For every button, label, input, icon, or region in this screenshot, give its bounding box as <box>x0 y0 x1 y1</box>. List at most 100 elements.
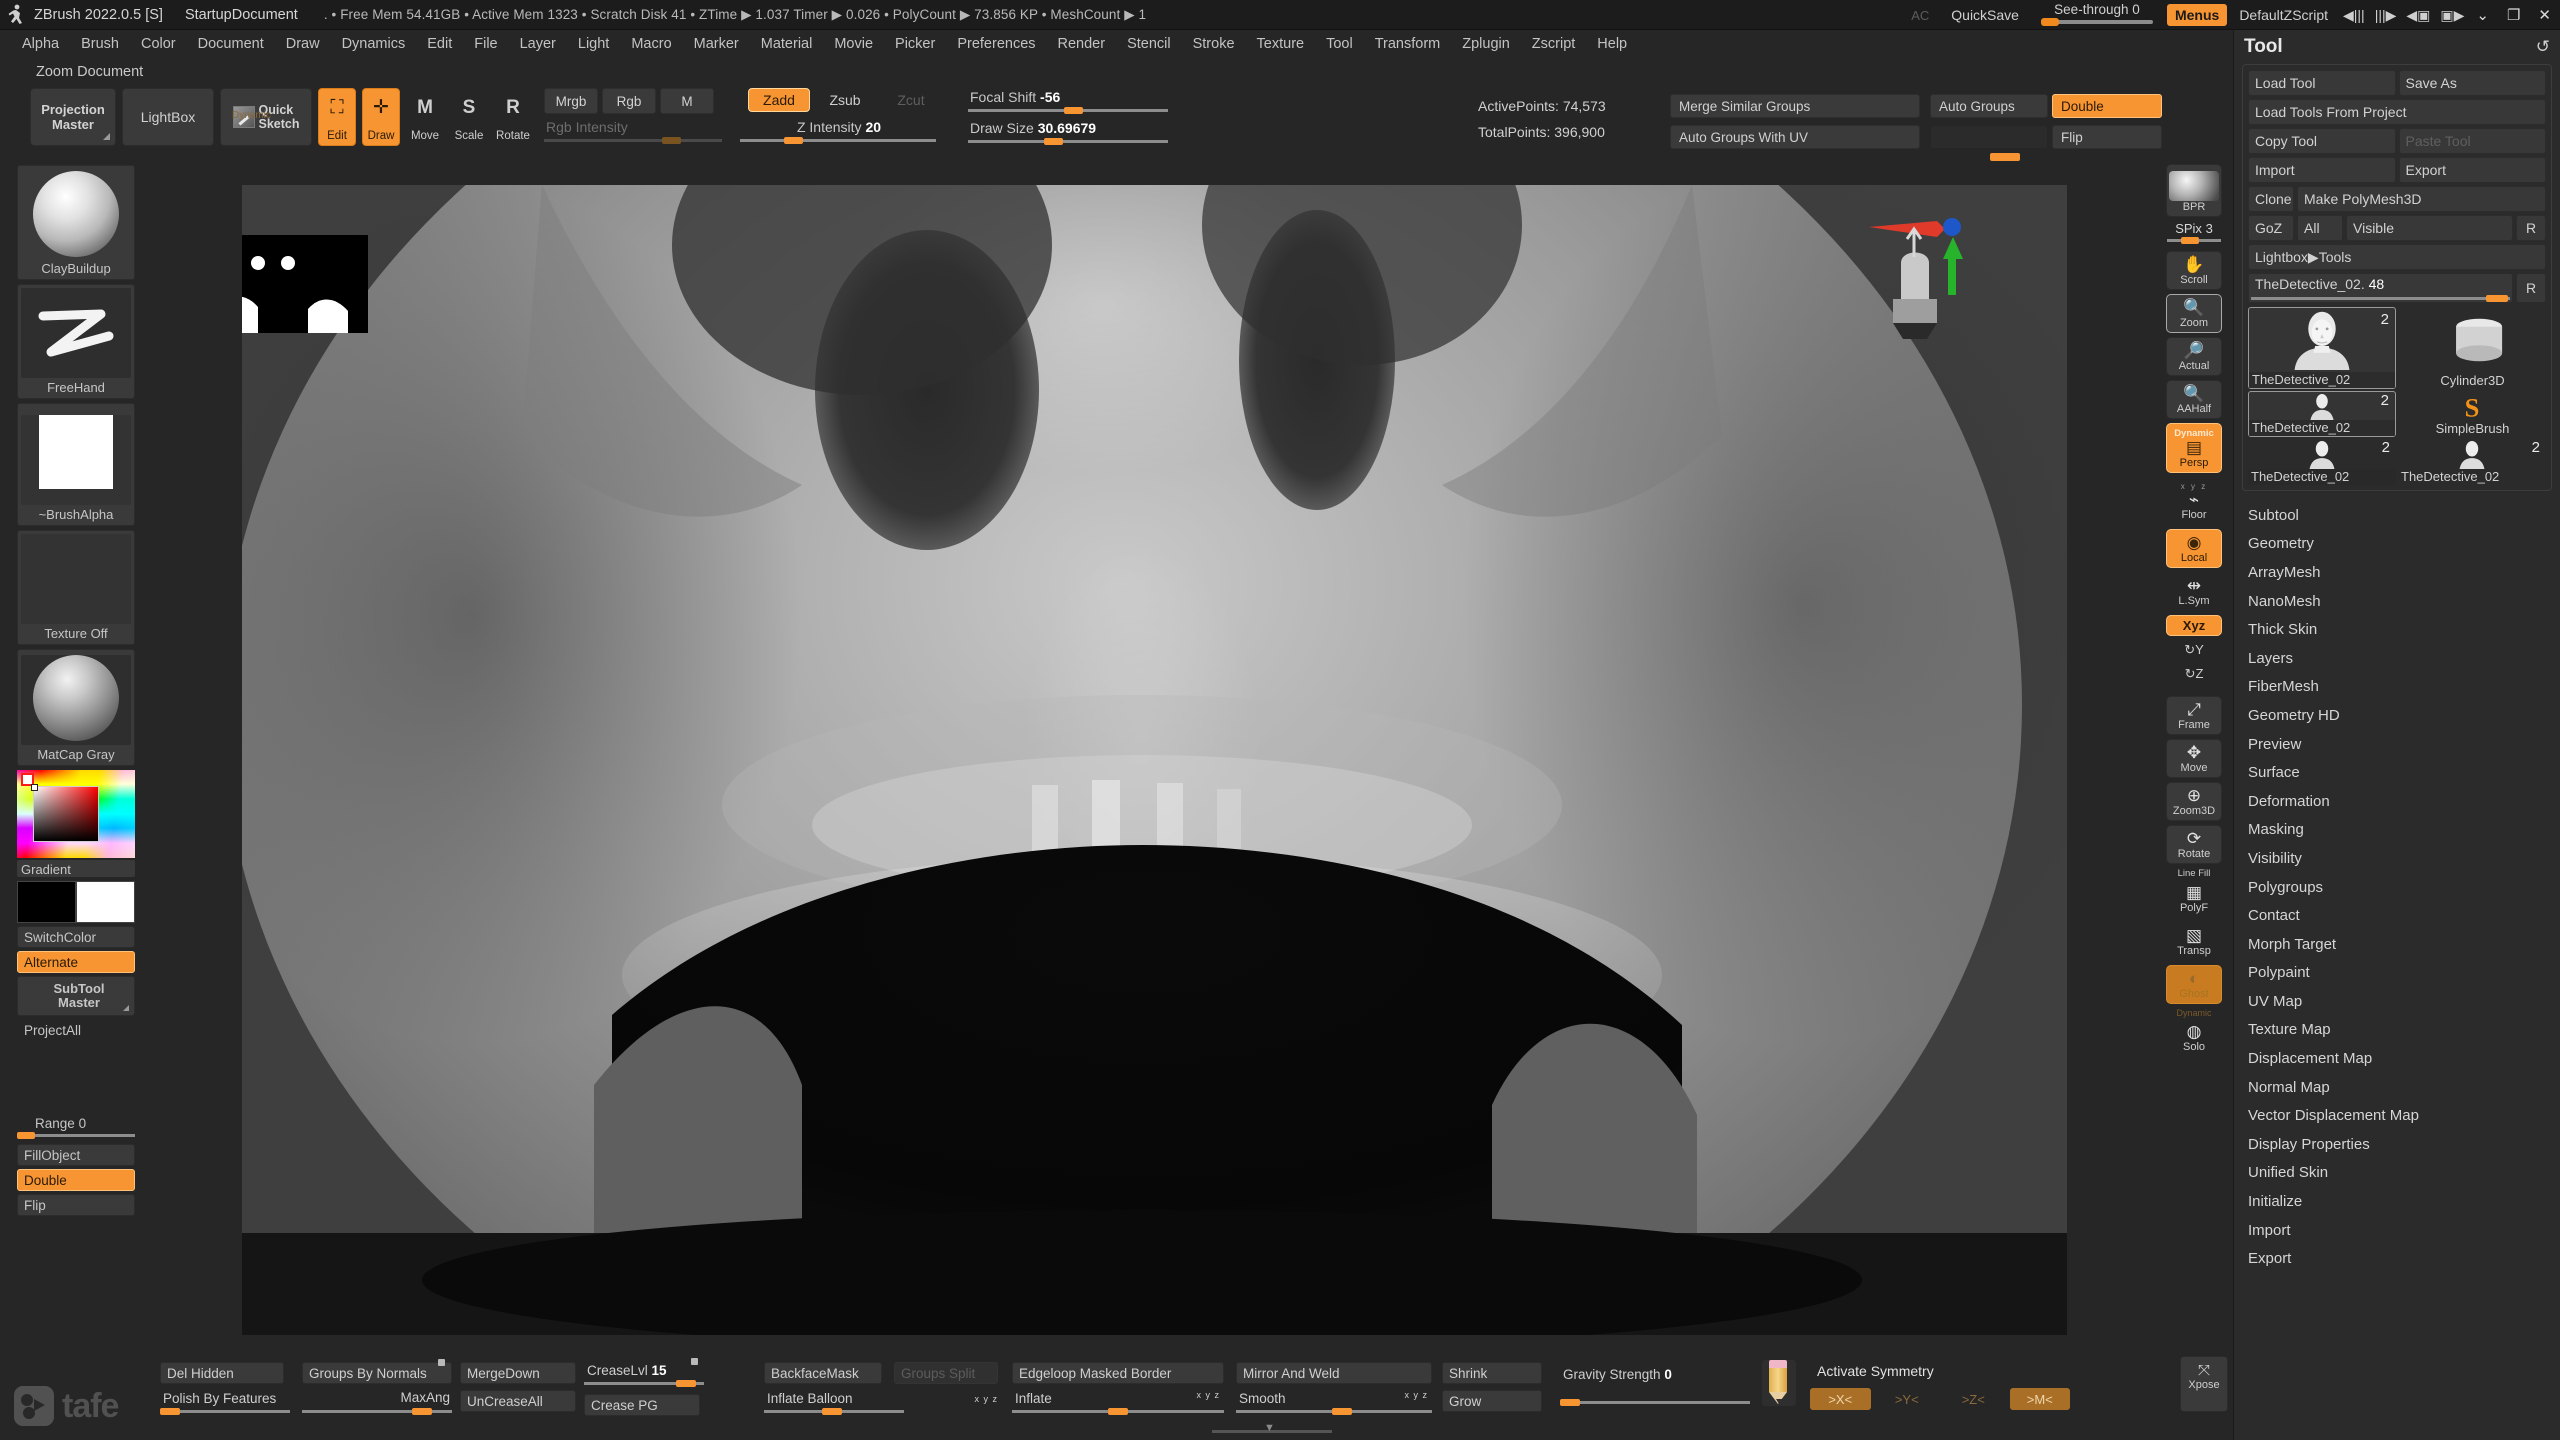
tool-section-arraymesh[interactable]: ArrayMesh <box>2248 558 2560 587</box>
visible-button[interactable]: Visible <box>2346 215 2513 241</box>
load-tools-from-project-button[interactable]: Load Tools From Project <box>2248 99 2546 125</box>
tool-section-subtool[interactable]: Subtool <box>2248 501 2560 530</box>
tool-section-displacement-map[interactable]: Displacement Map <box>2248 1044 2560 1073</box>
zscript-label[interactable]: DefaultZScript <box>2233 7 2334 23</box>
copy-tool-button[interactable]: Copy Tool <box>2248 128 2396 154</box>
restore-icon[interactable]: ❐ <box>2498 6 2529 24</box>
focal-shift-knob[interactable] <box>1064 107 1083 114</box>
current-tool-knob[interactable] <box>2486 295 2508 302</box>
auto-groups-button[interactable]: Auto Groups <box>1930 94 2048 118</box>
bpr-render-button[interactable]: BPR <box>2166 164 2222 217</box>
focal-shift-slider[interactable]: Focal Shift -56 <box>968 88 1168 114</box>
symmetry-z-button[interactable]: >Z< <box>1943 1388 2004 1410</box>
solo-button[interactable]: ◍ Solo <box>2166 1018 2222 1057</box>
shelf-right-icon[interactable]: |||▶ <box>2372 7 2400 24</box>
orientation-gizmo[interactable] <box>1867 215 1997 355</box>
polish-knob[interactable] <box>160 1408 180 1415</box>
double-button[interactable]: Double <box>2052 94 2162 118</box>
crease-pg-button[interactable]: Crease PG <box>584 1394 700 1416</box>
symmetry-y-button[interactable]: >Y< <box>1877 1388 1938 1410</box>
floor-button[interactable]: x y z ⌁ Floor <box>2166 477 2222 525</box>
rgb-intensity-knob[interactable] <box>662 137 681 144</box>
tool-section-visibility[interactable]: Visibility <box>2248 844 2560 873</box>
menu-document[interactable]: Document <box>188 33 274 55</box>
zoom3d-button[interactable]: ⊕ Zoom3D <box>2166 782 2222 821</box>
import-button[interactable]: Import <box>2248 157 2396 183</box>
projection-master-button[interactable]: Projection Master <box>30 88 116 146</box>
tool-section-masking[interactable]: Masking <box>2248 816 2560 845</box>
spix-knob[interactable] <box>2181 237 2199 244</box>
grow-button[interactable]: Grow <box>1442 1390 1542 1412</box>
mirror-and-weld-button[interactable]: Mirror And Weld <box>1236 1362 1432 1384</box>
see-through-knob[interactable] <box>2040 18 2059 26</box>
polyframe-button[interactable]: ▦ PolyF <box>2166 879 2222 918</box>
crease-knob[interactable] <box>676 1380 696 1387</box>
move-nav-button[interactable]: ✥ Move <box>2166 739 2222 778</box>
tool-section-unified-skin[interactable]: Unified Skin <box>2248 1159 2560 1188</box>
load-tool-button[interactable]: Load Tool <box>2248 70 2396 96</box>
double-button-left[interactable]: Double <box>17 1169 135 1191</box>
draw-size-knob[interactable] <box>1044 138 1063 145</box>
menu-zscript[interactable]: Zscript <box>1522 33 1586 55</box>
z-rotate-button[interactable]: ↻Z <box>2166 664 2222 684</box>
symmetry-x-button[interactable]: >X< <box>1810 1388 1871 1410</box>
menu-file[interactable]: File <box>464 33 507 55</box>
tool-thumb-cylinder3d[interactable]: Cylinder3D <box>2398 307 2546 389</box>
document-thumbnail[interactable] <box>242 235 368 333</box>
range-slider[interactable]: Range 0 <box>17 1115 135 1141</box>
minimize-icon[interactable]: ⌄ <box>2467 6 2498 24</box>
tool-section-geometry[interactable]: Geometry <box>2248 530 2560 559</box>
inflate-slider[interactable]: Inflate x y z <box>1012 1390 1224 1416</box>
clone-button[interactable]: Clone <box>2248 186 2294 212</box>
shrink-button[interactable]: Shrink <box>1442 1362 1542 1384</box>
range-knob[interactable] <box>17 1132 35 1139</box>
menu-alpha[interactable]: Alpha <box>12 33 69 55</box>
max-angle-slider[interactable]: MaxAng <box>302 1390 452 1416</box>
zadd-button[interactable]: Zadd <box>748 88 810 112</box>
menu-edit[interactable]: Edit <box>417 33 462 55</box>
tool-section-layers[interactable]: Layers <box>2248 644 2560 673</box>
tool-section-polypaint[interactable]: Polypaint <box>2248 959 2560 988</box>
groups-split-button[interactable]: Groups Split <box>894 1362 998 1384</box>
tool-thumb-thedetective-3[interactable]: 2 TheDetective_02 <box>2248 439 2396 485</box>
tool-section-normal-map[interactable]: Normal Map <box>2248 1073 2560 1102</box>
auto-groups-with-uv-button[interactable]: Auto Groups With UV <box>1670 125 1920 149</box>
inflate-knob[interactable] <box>1108 1408 1128 1415</box>
smooth-slider[interactable]: Smooth x y z <box>1236 1390 1432 1416</box>
merge-similar-groups-button[interactable]: Merge Similar Groups <box>1670 94 1920 118</box>
primary-color-swatch[interactable] <box>17 881 76 923</box>
tool-section-deformation[interactable]: Deformation <box>2248 787 2560 816</box>
alpha-swatch[interactable]: ~BrushAlpha <box>17 403 135 526</box>
ghost-button[interactable]: ◐ Ghost <box>2166 965 2222 1004</box>
make-polymesh3d-button[interactable]: Make PolyMesh3D <box>2297 186 2546 212</box>
del-hidden-button[interactable]: Del Hidden <box>160 1362 284 1384</box>
tool-section-display-properties[interactable]: Display Properties <box>2248 1130 2560 1159</box>
tool-section-vector-displacement-map[interactable]: Vector Displacement Map <box>2248 1101 2560 1130</box>
zcut-button[interactable]: Zcut <box>880 88 942 112</box>
draw-size-slider[interactable]: Draw Size 30.69679 <box>968 119 1168 145</box>
bottom-scroll-handle[interactable]: ▼ <box>1212 1422 1332 1436</box>
color-picker[interactable] <box>17 770 135 858</box>
scroll-button[interactable]: ✋ Scroll <box>2166 251 2222 290</box>
rotate-nav-button[interactable]: ⟳ Rotate <box>2166 825 2222 864</box>
aahalf-button[interactable]: 🔍 AAHalf <box>2166 380 2222 419</box>
menu-help[interactable]: Help <box>1587 33 1637 55</box>
y-rotate-button[interactable]: ↻Y <box>2166 640 2222 660</box>
tool-section-geometry-hd[interactable]: Geometry HD <box>2248 701 2560 730</box>
close-icon[interactable]: ✕ <box>2529 6 2560 24</box>
menu-brush[interactable]: Brush <box>71 33 129 55</box>
tool-section-uv-map[interactable]: UV Map <box>2248 987 2560 1016</box>
saturation-value-square[interactable] <box>33 786 99 842</box>
viewport-3d[interactable] <box>242 185 2067 1335</box>
max-angle-knob[interactable] <box>412 1408 432 1415</box>
xyz-button[interactable]: Xyz <box>2166 615 2222 636</box>
menu-movie[interactable]: Movie <box>824 33 883 55</box>
paste-tool-button[interactable]: Paste Tool <box>2398 128 2546 154</box>
draw-mode-button[interactable]: ✛ Draw <box>362 88 400 146</box>
texture-swatch[interactable]: Texture Off <box>17 530 135 645</box>
uncrease-all-button[interactable]: UnCreaseAll <box>460 1390 576 1412</box>
scale-mode-button[interactable]: S Scale <box>450 88 488 146</box>
menu-material[interactable]: Material <box>751 33 823 55</box>
menu-transform[interactable]: Transform <box>1365 33 1451 55</box>
goz-r-button[interactable]: R <box>2516 215 2546 241</box>
